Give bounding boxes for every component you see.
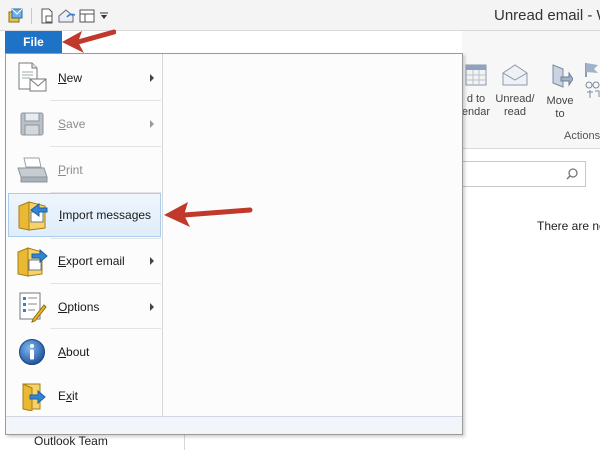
menu-divider <box>50 146 161 147</box>
ribbon: d to endar Unread/ read Move to Actions <box>462 31 600 149</box>
menu-divider <box>50 328 161 329</box>
search-box[interactable] <box>462 161 586 187</box>
menu-item-label: Options <box>58 300 99 314</box>
add-to-calendar-button[interactable]: d to endar <box>458 63 494 119</box>
menu-item-label: About <box>58 345 89 359</box>
submenu-arrow-icon <box>150 120 154 128</box>
menu-item-save[interactable]: Save <box>8 102 161 146</box>
menu-item-export-email[interactable]: Export email <box>8 239 161 283</box>
menu-item-new[interactable]: New <box>8 56 161 100</box>
menu-item-label-part: mport messages <box>62 208 152 222</box>
menu-item-exit[interactable]: Exit <box>8 374 161 418</box>
folder-item[interactable]: Outlook Team <box>34 434 108 448</box>
ribbon-group-label: Actions <box>564 130 600 142</box>
menu-item-access-key: N <box>58 71 67 85</box>
ribbon-label: to <box>555 108 565 120</box>
menu-item-label: Import messages <box>59 208 151 222</box>
menu-item-access-key: P <box>58 163 67 177</box>
menu-item-label: Exit <box>58 389 78 403</box>
new-document-icon <box>12 58 52 98</box>
ribbon-label: Move <box>546 95 574 107</box>
printer-icon <box>12 150 52 190</box>
menu-item-label: Export email <box>58 254 125 268</box>
submenu-arrow-icon <box>150 303 154 311</box>
annotation-arrow-import <box>164 202 253 227</box>
menu-item-about[interactable]: About <box>8 330 161 374</box>
new-page-icon[interactable] <box>37 6 57 26</box>
ribbon-label: d to <box>466 93 486 105</box>
unread-read-button[interactable]: Unread/ read <box>492 63 538 119</box>
quick-access-toolbar <box>6 6 111 26</box>
menu-item-label: New <box>58 71 82 85</box>
search-icon[interactable] <box>565 167 579 184</box>
annotation-arrow-file <box>62 29 116 53</box>
ribbon-label: read <box>503 106 527 118</box>
qat-divider <box>31 8 32 24</box>
menu-item-print[interactable]: Print <box>8 148 161 192</box>
window-title: Unread email - W <box>494 7 600 24</box>
envelope-open-icon <box>502 64 528 86</box>
layout-icon[interactable] <box>77 6 97 26</box>
app-icon[interactable] <box>6 6 26 26</box>
file-menu: New Save Print Import messages Export em… <box>5 53 463 435</box>
import-folder-icon <box>13 195 53 235</box>
menu-item-label-part: bout <box>66 345 90 359</box>
menu-item-label-part: ptions <box>67 300 100 314</box>
menu-item-label-part: xport email <box>66 254 125 268</box>
menu-item-access-key: A <box>58 345 67 359</box>
menu-item-label-part: it <box>72 389 79 403</box>
dropdown-icon[interactable] <box>97 6 111 26</box>
empty-message-text: There are no <box>537 219 600 233</box>
floppy-disk-icon <box>12 104 52 144</box>
ribbon-label: endar <box>461 106 491 118</box>
menu-item-label-part: rint <box>66 163 83 177</box>
menu-item-import-messages[interactable]: Import messages <box>8 193 161 237</box>
options-checklist-icon <box>12 287 52 327</box>
menu-item-access-key: S <box>58 117 67 131</box>
reply-icon[interactable] <box>57 6 77 26</box>
menu-item-label-part: ave <box>66 117 86 131</box>
file-tab[interactable]: File <box>5 31 62 53</box>
flag-button[interactable] <box>582 61 600 105</box>
ribbon-label: Unread/ <box>495 93 535 105</box>
submenu-arrow-icon <box>150 257 154 265</box>
file-menu-commands: New Save Print Import messages Export em… <box>6 54 163 418</box>
calendar-icon <box>465 64 487 86</box>
export-folder-icon <box>12 241 52 281</box>
menu-item-label: Save <box>58 117 85 131</box>
move-to-button[interactable]: Move to <box>542 63 578 121</box>
menu-item-label-part: ew <box>66 71 83 85</box>
menu-item-label-part: E <box>58 389 67 403</box>
flag-icon <box>585 63 600 98</box>
info-icon <box>12 332 52 372</box>
menu-item-label: Print <box>58 163 83 177</box>
menu-divider <box>50 100 161 101</box>
menu-divider <box>50 283 161 284</box>
menu-item-options[interactable]: Options <box>8 285 161 329</box>
submenu-arrow-icon <box>150 74 154 82</box>
exit-door-icon <box>12 376 52 416</box>
move-folder-icon <box>552 64 574 88</box>
file-menu-footer <box>6 416 462 434</box>
menu-item-access-key: O <box>58 300 68 314</box>
menu-item-access-key: E <box>58 254 67 268</box>
